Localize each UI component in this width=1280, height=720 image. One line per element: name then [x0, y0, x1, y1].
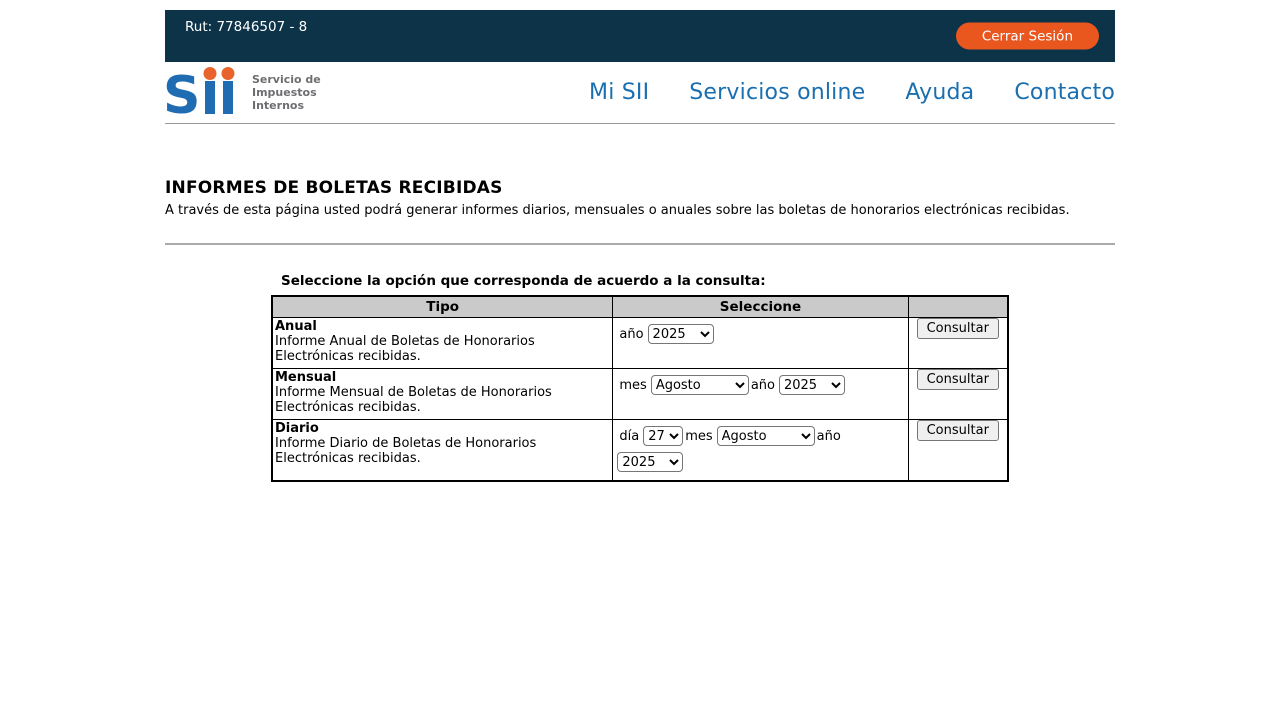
field-label: mes — [619, 378, 646, 393]
field-label: mes — [685, 429, 712, 444]
table-row: AnualInforme Anual de Boletas de Honorar… — [272, 317, 1008, 368]
main-nav: Mi SII Servicios online Ayuda Contacto — [589, 80, 1115, 105]
year-select[interactable]: 2025 — [648, 324, 714, 344]
report-type-cell: MensualInforme Mensual de Boletas de Hon… — [272, 368, 613, 419]
consultar-button[interactable]: Consultar — [917, 318, 999, 339]
table-row: MensualInforme Mensual de Boletas de Hon… — [272, 368, 1008, 419]
action-cell: Consultar — [908, 317, 1008, 368]
period-select-cell: año 2025 — [613, 317, 908, 368]
sii-logo-icon: S — [165, 67, 243, 119]
page-head: INFORMES DE BOLETAS RECIBIDAS A través d… — [165, 178, 1115, 245]
topbar-wrapper: Rut: 77846507 - 8 Cerrar Sesión — [165, 0, 1115, 62]
action-cell: Consultar — [908, 368, 1008, 419]
form-area: Seleccione la opción que corresponda de … — [271, 273, 1009, 482]
field-label: año — [751, 378, 775, 393]
table-row: DiarioInforme Diario de Boletas de Honor… — [272, 419, 1008, 481]
year-select[interactable]: 2025 — [617, 452, 683, 472]
rut-label: Rut: 77846507 - 8 — [185, 19, 307, 35]
logout-button[interactable]: Cerrar Sesión — [956, 23, 1099, 50]
nav-item-servicios-online[interactable]: Servicios online — [689, 80, 865, 105]
nav-item-ayuda[interactable]: Ayuda — [905, 80, 974, 105]
report-type-label: Mensual — [275, 370, 336, 385]
period-select-cell: mes Agostoaño 2025 — [613, 368, 908, 419]
field-label: año — [619, 327, 643, 342]
consultar-button[interactable]: Consultar — [917, 369, 999, 390]
page-title: INFORMES DE BOLETAS RECIBIDAS — [165, 178, 1115, 198]
report-type-cell: AnualInforme Anual de Boletas de Honorar… — [272, 317, 613, 368]
field-label: año — [817, 429, 841, 444]
table-header-tipo: Tipo — [272, 296, 613, 317]
field-label: día — [619, 429, 639, 444]
svg-text:S: S — [165, 67, 200, 115]
report-type-cell: DiarioInforme Diario de Boletas de Honor… — [272, 419, 613, 481]
section-divider — [165, 243, 1115, 245]
report-description: Informe Anual de Boletas de Honorarios E… — [275, 334, 608, 364]
period-select-cell: día 27mes Agostoaño 2025 — [613, 419, 908, 481]
site-header: S Servicio de Impuestos Internos Mi SII … — [165, 62, 1115, 124]
consultar-button[interactable]: Consultar — [917, 420, 999, 441]
report-description: Informe Diario de Boletas de Honorarios … — [275, 436, 608, 466]
table-header-actions — [908, 296, 1008, 317]
month-select[interactable]: Agosto — [651, 375, 749, 395]
nav-item-mi-sii[interactable]: Mi SII — [589, 80, 649, 105]
session-bar: Rut: 77846507 - 8 Cerrar Sesión — [165, 10, 1115, 62]
page-container: Rut: 77846507 - 8 Cerrar Sesión S Servic… — [165, 0, 1115, 482]
year-select[interactable]: 2025 — [779, 375, 845, 395]
sii-logo[interactable]: S Servicio de Impuestos Internos — [165, 67, 321, 119]
table-header-row: Tipo Seleccione — [272, 296, 1008, 317]
month-select[interactable]: Agosto — [717, 426, 815, 446]
report-type-label: Anual — [275, 319, 317, 334]
day-select[interactable]: 27 — [643, 426, 683, 446]
report-table: Tipo Seleccione AnualInforme Anual de Bo… — [271, 295, 1009, 482]
report-table-body: AnualInforme Anual de Boletas de Honorar… — [272, 317, 1008, 481]
form-caption: Seleccione la opción que corresponda de … — [271, 273, 1009, 289]
logo-caption: Servicio de Impuestos Internos — [252, 73, 321, 112]
report-description: Informe Mensual de Boletas de Honorarios… — [275, 385, 608, 415]
page-subtitle: A través de esta página usted podrá gene… — [165, 203, 1115, 218]
report-type-label: Diario — [275, 421, 319, 436]
action-cell: Consultar — [908, 419, 1008, 481]
nav-item-contacto[interactable]: Contacto — [1014, 80, 1115, 105]
table-header-seleccione: Seleccione — [613, 296, 908, 317]
